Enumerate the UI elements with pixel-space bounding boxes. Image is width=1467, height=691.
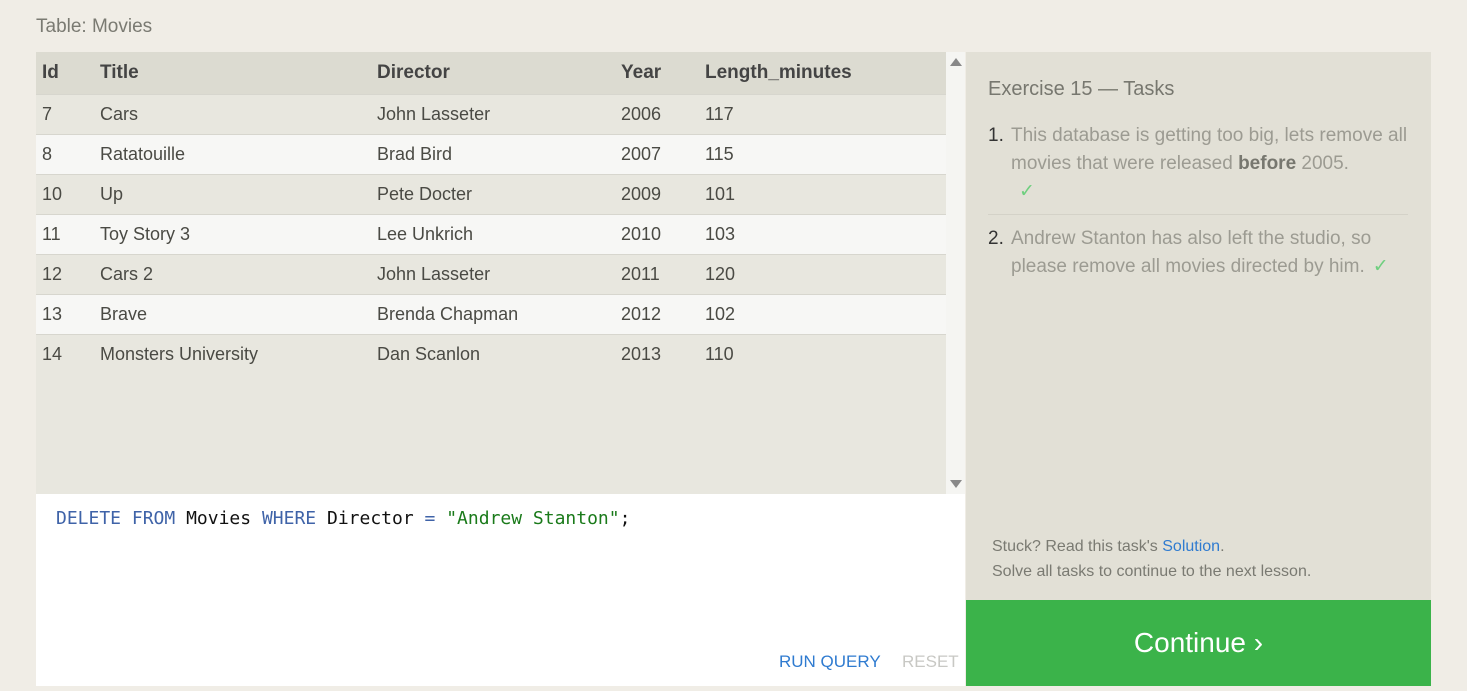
cell-id: 8 xyxy=(36,134,100,175)
statement-terminator: ; xyxy=(619,508,631,529)
cell-year: 2011 xyxy=(621,254,705,295)
cell-director: Brad Bird xyxy=(377,134,621,175)
keyword-where: WHERE xyxy=(261,508,317,529)
help-prefix: Stuck? Read this task's xyxy=(992,538,1163,555)
solution-link[interactable]: Solution xyxy=(1162,538,1220,555)
task-item: 2. Andrew Stanton has also left the studi… xyxy=(988,225,1408,281)
table-row: 8 Ratatouille Brad Bird 2007 115 xyxy=(36,134,946,175)
keyword-delete: DELETE xyxy=(56,508,122,529)
run-query-button[interactable]: RUN QUERY xyxy=(779,652,881,672)
scroll-up-arrow-icon[interactable] xyxy=(950,58,962,66)
cell-id: 13 xyxy=(36,294,100,335)
results-table-panel: Id Title Director Year Length_minutes 7 … xyxy=(36,52,946,494)
cell-id: 10 xyxy=(36,174,100,215)
cell-director: Pete Docter xyxy=(377,174,621,215)
table-row: 7 Cars John Lasseter 2006 117 xyxy=(36,94,946,135)
table-row: 10 Up Pete Docter 2009 101 xyxy=(36,174,946,215)
cell-year: 2007 xyxy=(621,134,705,175)
table-row: 14 Monsters University Dan Scanlon 2013 … xyxy=(36,334,946,374)
cell-length: 117 xyxy=(705,94,946,135)
cell-title: Up xyxy=(100,174,377,215)
sql-editor[interactable]: DELETE FROM Movies WHERE Director = "And… xyxy=(36,494,965,686)
column-header-length: Length_minutes xyxy=(705,52,946,95)
cell-title: Toy Story 3 xyxy=(100,214,377,255)
task-text: Andrew Stanton has also left the studio,… xyxy=(1011,228,1372,277)
string-literal: "Andrew Stanton" xyxy=(446,508,620,529)
help-text: Stuck? Read this task's Solution. Solve … xyxy=(992,534,1311,584)
cell-length: 101 xyxy=(705,174,946,215)
cell-length: 110 xyxy=(705,334,946,374)
cell-year: 2013 xyxy=(621,334,705,374)
task-list: 1. This database is getting too big, lets… xyxy=(988,122,1408,281)
cell-title: Brave xyxy=(100,294,377,335)
table-caption: Table: Movies xyxy=(36,16,153,37)
task-number: 1. xyxy=(988,125,1004,146)
table-row: 11 Toy Story 3 Lee Unkrich 2010 103 xyxy=(36,214,946,255)
tasks-panel: Exercise 15 — Tasks 1. This database is g… xyxy=(966,52,1431,600)
scroll-down-arrow-icon[interactable] xyxy=(950,480,962,488)
cell-year: 2006 xyxy=(621,94,705,135)
cell-year: 2012 xyxy=(621,294,705,335)
cell-year: 2009 xyxy=(621,174,705,215)
task-item: 1. This database is getting too big, lets… xyxy=(988,122,1408,215)
operator: = xyxy=(424,508,436,529)
cell-length: 103 xyxy=(705,214,946,255)
table-row: 12 Cars 2 John Lasseter 2011 120 xyxy=(36,254,946,295)
table-name: Movies xyxy=(186,508,252,529)
results-table: Id Title Director Year Length_minutes 7 … xyxy=(36,52,946,374)
help-line-2: Solve all tasks to continue to the next … xyxy=(992,563,1312,580)
cell-title: Cars xyxy=(100,94,377,135)
cell-director: John Lasseter xyxy=(377,254,621,295)
cell-length: 115 xyxy=(705,134,946,175)
cell-id: 14 xyxy=(36,334,100,374)
checkmark-icon: ✓ xyxy=(1019,181,1035,202)
task-number: 2. xyxy=(988,228,1004,249)
cell-id: 12 xyxy=(36,254,100,295)
sql-exercise-page: Table: Movies Id Title Director Year Len… xyxy=(0,0,1467,691)
keyword-from: FROM xyxy=(131,508,176,529)
column-header-title: Title xyxy=(100,52,377,95)
cell-title: Cars 2 xyxy=(100,254,377,295)
cell-title: Monsters University xyxy=(100,334,377,374)
column-header-id: Id xyxy=(36,52,100,95)
cell-id: 11 xyxy=(36,214,100,255)
results-scrollbar[interactable] xyxy=(946,52,965,494)
continue-button[interactable]: Continue › xyxy=(966,600,1431,686)
table-header-row: Id Title Director Year Length_minutes xyxy=(36,52,946,95)
cell-length: 102 xyxy=(705,294,946,335)
exercise-title: Exercise 15 — Tasks xyxy=(988,78,1175,100)
cell-director: Dan Scanlon xyxy=(377,334,621,374)
cell-director: John Lasseter xyxy=(377,94,621,135)
cell-director: Lee Unkrich xyxy=(377,214,621,255)
column-header-year: Year xyxy=(621,52,705,95)
cell-director: Brenda Chapman xyxy=(377,294,621,335)
column-header-director: Director xyxy=(377,52,621,95)
cell-year: 2010 xyxy=(621,214,705,255)
column-name: Director xyxy=(326,508,414,529)
cell-title: Ratatouille xyxy=(100,134,377,175)
task-text-end: 2005. xyxy=(1296,153,1349,174)
table-row: 13 Brave Brenda Chapman 2012 102 xyxy=(36,294,946,335)
cell-length: 120 xyxy=(705,254,946,295)
reset-button[interactable]: RESET xyxy=(902,652,959,672)
checkmark-icon: ✓ xyxy=(1372,256,1389,277)
help-suffix: . xyxy=(1220,538,1225,555)
task-text-bold: before xyxy=(1238,153,1297,174)
query-code[interactable]: DELETE FROM Movies WHERE Director = "And… xyxy=(56,508,630,529)
cell-id: 7 xyxy=(36,94,100,135)
